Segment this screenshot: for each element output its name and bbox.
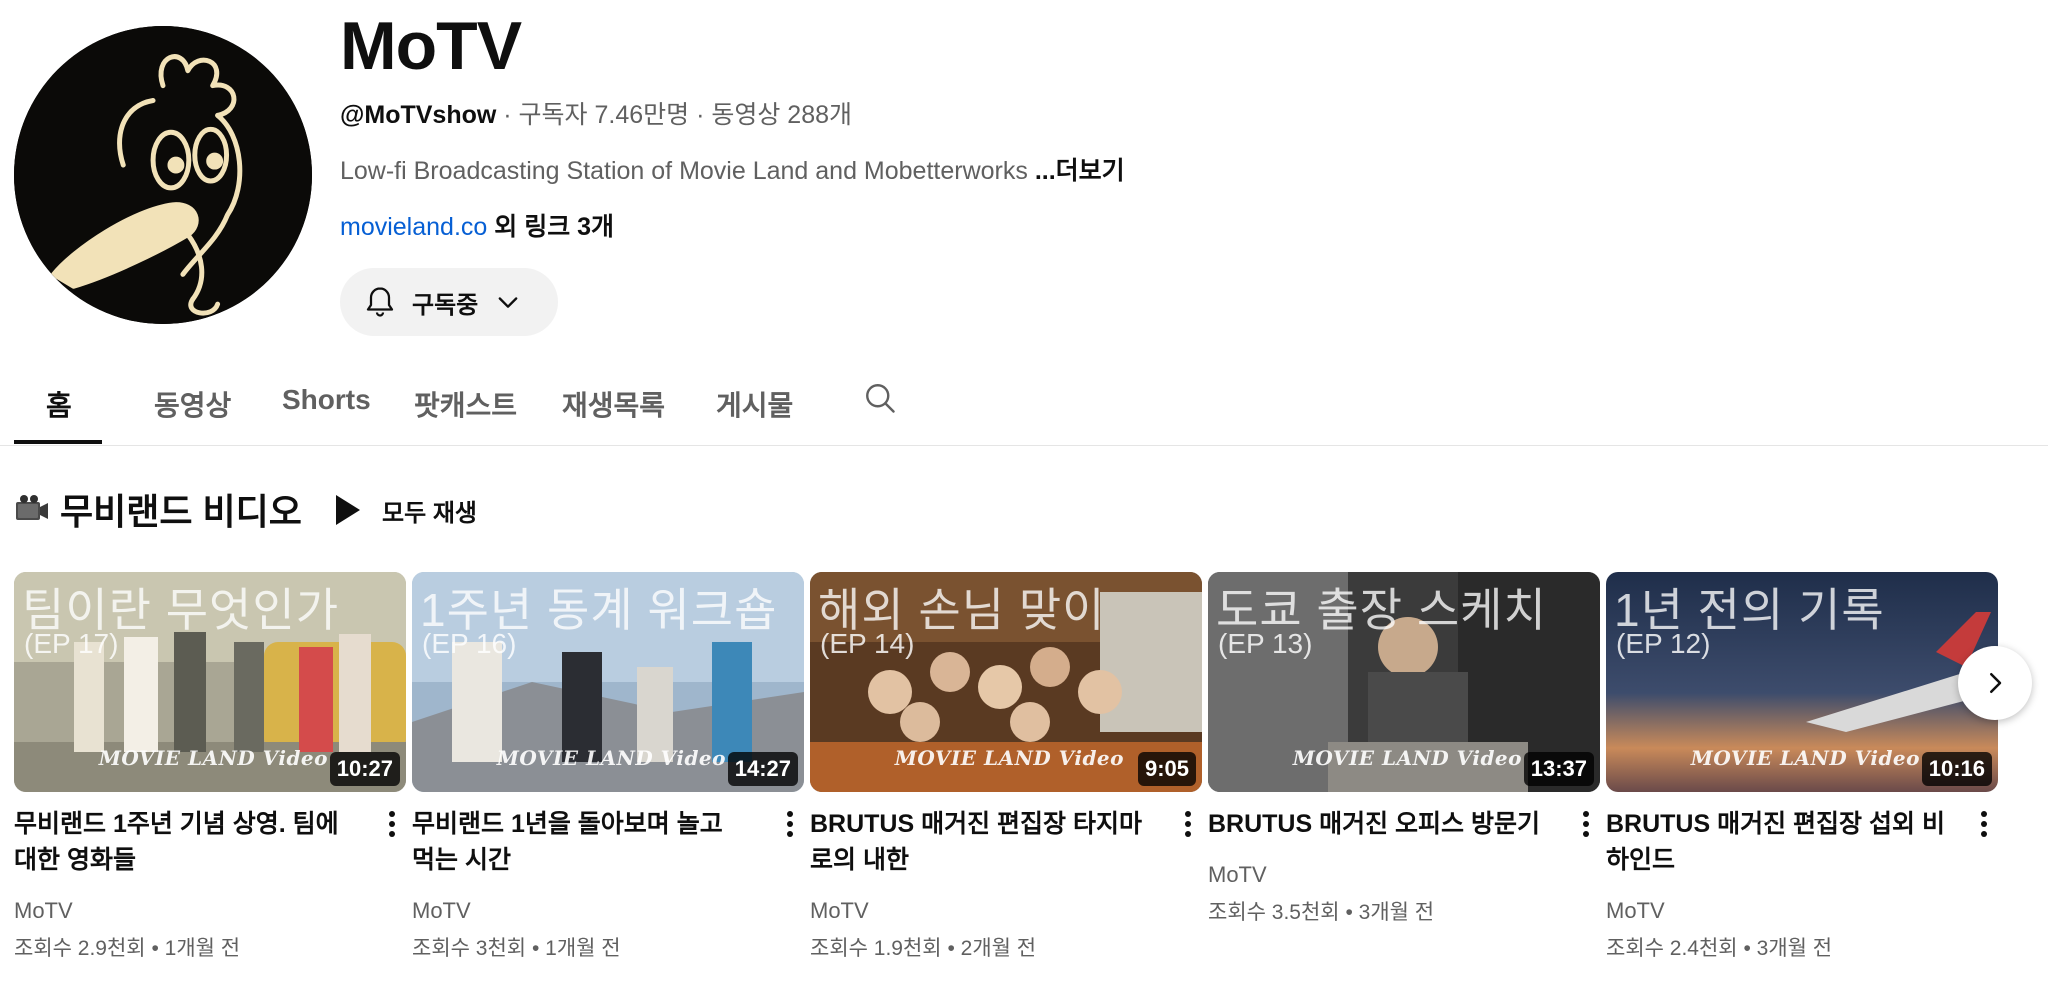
channel-tabs: 홈 동영상 Shorts 팟캐스트 재생목록 게시물 [0, 362, 2048, 446]
video-thumbnail[interactable]: 1년 전의 기록 (EP 12) MOVIE LAND Video 10:16 [1606, 572, 1998, 792]
thumbnail-logo: MOVIE LAND Video [894, 746, 1124, 770]
tabs-divider [0, 445, 2048, 446]
video-card: 팀이란 무엇인가 (EP 17) MOVIE LAND Video 10:27 … [14, 572, 406, 960]
video-duration: 14:27 [727, 752, 798, 786]
channel-link[interactable]: movieland.co [340, 213, 487, 241]
video-camera-icon [16, 495, 48, 520]
channel-meta: @MoTVshow · 구독자 7.46만명 · 동영상 288개 [340, 98, 852, 132]
video-title[interactable]: BRUTUS 매거진 편집장 섭외 비하인드 [1606, 806, 1946, 878]
channel-links: movieland.co 외 링크 3개 [340, 210, 614, 244]
video-channel[interactable]: MoTV [1606, 898, 1665, 924]
video-thumbnail[interactable]: 팀이란 무엇인가 (EP 17) MOVIE LAND Video 10:27 [14, 572, 406, 792]
video-stats: 조회수 1.9천회 • 2개월 전 [810, 937, 1037, 960]
more-options-icon[interactable] [776, 806, 804, 842]
video-duration: 9:05 [1137, 752, 1196, 786]
next-arrow-button[interactable] [1958, 646, 2032, 720]
search-icon[interactable] [862, 380, 898, 416]
more-links[interactable]: 외 링크 3개 [487, 213, 614, 241]
video-card: 해외 손님 맞이 (EP 14) MOVIE LAND Video 9:05 B… [810, 572, 1202, 960]
video-card: 도쿄 출장 스케치 (EP 13) MOVIE LAND Video 13:37… [1208, 572, 1600, 924]
play-icon [336, 495, 360, 525]
more-link[interactable]: ...더보기 [1035, 157, 1125, 185]
video-channel[interactable]: MoTV [14, 898, 73, 924]
video-title[interactable]: 무비랜드 1년을 돌아보며 놀고 먹는 시간 [412, 806, 752, 878]
more-options-icon[interactable] [1572, 806, 1600, 842]
tab-posts[interactable]: 게시물 [716, 384, 793, 424]
video-stats: 조회수 2.9천회 • 1개월 전 [14, 937, 241, 960]
tab-shorts[interactable]: Shorts [282, 384, 371, 416]
more-options-icon[interactable] [378, 806, 406, 842]
thumbnail-logo: MOVIE LAND Video [496, 746, 726, 770]
more-options-icon[interactable] [1970, 806, 1998, 842]
bell-icon [366, 287, 394, 317]
description-text: Low-fi Broadcasting Station of Movie Lan… [340, 157, 1035, 185]
thumbnail-episode: (EP 17) [24, 628, 119, 659]
video-stats: 조회수 2.4천회 • 3개월 전 [1606, 937, 1833, 960]
active-tab-indicator [14, 440, 102, 444]
tab-home[interactable]: 홈 [46, 384, 72, 424]
channel-title: MoTV [340, 8, 522, 84]
thumbnail-episode: (EP 14) [820, 628, 915, 659]
play-all-button[interactable]: 모두 재생 [336, 490, 477, 530]
tab-videos[interactable]: 동영상 [154, 384, 231, 424]
thumbnail-episode: (EP 16) [422, 628, 517, 659]
video-stats: 조회수 3.5천회 • 3개월 전 [1208, 901, 1435, 924]
chevron-right-icon [1990, 673, 2002, 693]
more-options-icon[interactable] [1174, 806, 1202, 842]
tab-podcasts[interactable]: 팟캐스트 [414, 384, 517, 424]
chevron-down-icon [498, 297, 518, 308]
subscribed-button[interactable]: 구독중 [340, 268, 558, 336]
video-channel[interactable]: MoTV [1208, 862, 1267, 888]
video-thumbnail[interactable]: 1주년 동계 워크숍 (EP 16) MOVIE LAND Video 14:2… [412, 572, 804, 792]
thumbnail-episode: (EP 12) [1616, 628, 1711, 659]
video-thumbnail[interactable]: 해외 손님 맞이 (EP 14) MOVIE LAND Video 9:05 [810, 572, 1202, 792]
video-duration: 13:37 [1523, 752, 1594, 786]
thumbnail-logo: MOVIE LAND Video [1292, 746, 1522, 770]
video-title[interactable]: BRUTUS 매거진 오피스 방문기 [1208, 806, 1548, 842]
video-duration: 10:16 [1921, 752, 1992, 786]
channel-avatar[interactable] [14, 26, 312, 324]
section-title[interactable]: 무비랜드 비디오 [60, 483, 302, 535]
video-card: 1년 전의 기록 (EP 12) MOVIE LAND Video 10:16 … [1606, 572, 1998, 960]
channel-handle: @MoTVshow [340, 101, 497, 129]
video-card: 1주년 동계 워크숍 (EP 16) MOVIE LAND Video 14:2… [412, 572, 804, 960]
thumbnail-logo: MOVIE LAND Video [98, 746, 328, 770]
tab-playlists[interactable]: 재생목록 [562, 384, 665, 424]
video-stats: 조회수 3천회 • 1개월 전 [412, 937, 621, 960]
section-header: 무비랜드 비디오 [14, 484, 302, 534]
video-title[interactable]: 무비랜드 1주년 기념 상영. 팀에 대한 영화들 [14, 806, 354, 878]
channel-description[interactable]: Low-fi Broadcasting Station of Movie Lan… [340, 154, 1125, 188]
thumbnail-episode: (EP 13) [1218, 628, 1313, 659]
video-channel[interactable]: MoTV [412, 898, 471, 924]
bird-cartoon-logo [14, 26, 312, 324]
thumbnail-logo: MOVIE LAND Video [1690, 746, 1920, 770]
video-thumbnail[interactable]: 도쿄 출장 스케치 (EP 13) MOVIE LAND Video 13:37 [1208, 572, 1600, 792]
video-title[interactable]: BRUTUS 매거진 편집장 타지마로의 내한 [810, 806, 1150, 878]
video-channel[interactable]: MoTV [810, 898, 869, 924]
play-all-label: 모두 재생 [382, 499, 477, 527]
video-duration: 10:27 [329, 752, 400, 786]
subscribed-label: 구독중 [412, 291, 479, 319]
channel-stats: · 구독자 7.46만명 · 동영상 288개 [496, 101, 853, 129]
